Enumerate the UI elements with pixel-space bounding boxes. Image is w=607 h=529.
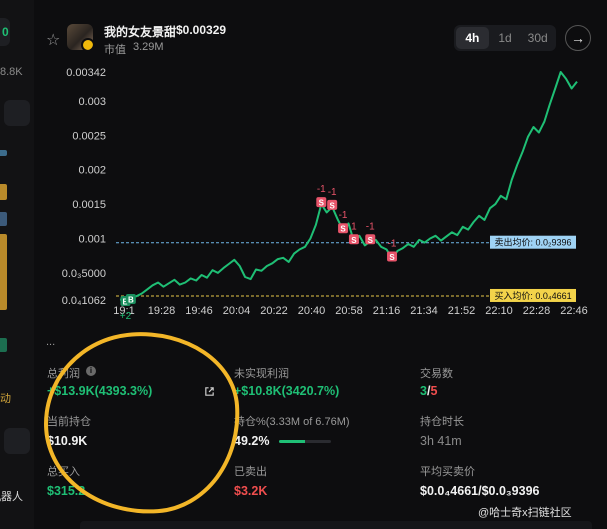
sidebar-bottom-label: 动 — [0, 393, 11, 405]
sold-label: 已卖出 — [234, 466, 267, 478]
y-tick-label: 0.0015 — [72, 199, 106, 211]
current-hold-label: 当前持仓 — [47, 416, 91, 428]
marker-label: -1 — [328, 187, 337, 198]
avg-price-label: 平均买卖价 — [420, 466, 475, 478]
y-tick-label: 0.0₃5000 — [62, 268, 106, 280]
hold-pct-fill — [279, 440, 305, 443]
x-tick-label: 22:46 — [560, 305, 588, 317]
sidebar-tag — [0, 184, 7, 200]
sidebar-box[interactable] — [4, 428, 30, 454]
token-panel: ☆ 我的女友景甜 $0.00329 市值 3.29M 4h 1d 30d → 0… — [34, 0, 607, 529]
trades-sell-count: 5 — [430, 384, 438, 398]
hold-pct-value: 49.2% — [234, 434, 270, 448]
marker-label: -1 — [317, 184, 326, 195]
tab-4h[interactable]: 4h — [456, 27, 489, 49]
trades-label: 交易数 — [420, 368, 453, 380]
sold-value: $3.2K — [234, 484, 268, 498]
avg-price-value: $0.0₄4661/$0.0₃9396 — [420, 484, 540, 498]
total-buy-label: 总买入 — [47, 466, 80, 478]
marker-badge: S — [368, 236, 374, 245]
watermark: @哈士奇x扫链社区 — [478, 507, 572, 519]
sidebar-k-badge — [0, 338, 7, 352]
marker-label: -1 — [388, 238, 397, 249]
total-profit-label: 总利润 — [47, 368, 80, 380]
subtab-label[interactable]: ... — [46, 336, 55, 348]
x-tick-label: 20:40 — [298, 305, 326, 317]
token-header: ☆ 我的女友景甜 $0.00329 市值 3.29M 4h 1d 30d → — [34, 0, 607, 58]
token-avatar — [67, 24, 93, 50]
buy-avg-label: 买入均价: 0.0₄4661 — [494, 290, 571, 301]
timeframe-selector: 4h 1d 30d — [454, 25, 556, 51]
unrealized-profit-value: +$10.8K(3420.7%) — [234, 384, 340, 398]
unrealized-profit-label: 未实现利润 — [234, 368, 289, 380]
marker-badge: S — [351, 236, 357, 245]
info-icon[interactable]: i — [86, 366, 96, 376]
y-tick-label: 0.0₄1062 — [62, 295, 106, 307]
marker-label: +2 — [120, 311, 132, 320]
marker-badge: S — [330, 201, 336, 210]
x-tick-label: 22:28 — [523, 305, 551, 317]
x-tick-label: 21:52 — [448, 305, 476, 317]
token-price: $0.00329 — [176, 23, 227, 37]
hold-time-label: 持仓时长 — [420, 416, 464, 428]
y-tick-label: 0.0025 — [72, 130, 106, 142]
left-sidebar: 0 8.8K 动 机器人 — [0, 0, 34, 529]
sidebar-accent — [0, 150, 7, 156]
x-tick-label: 19:46 — [185, 305, 213, 317]
y-tick-label: 0.001 — [78, 234, 106, 246]
x-tick-label: 21:34 — [410, 305, 438, 317]
hold-time-value: 3h 41m — [420, 434, 462, 448]
sidebar-tag — [0, 234, 7, 310]
bottom-bar — [80, 521, 592, 529]
y-tick-label: 0.003 — [78, 96, 106, 108]
hold-pct-bar — [279, 440, 331, 443]
mcap-label: 市值 — [104, 44, 126, 56]
marker-badge: S — [319, 199, 325, 208]
sidebar-robot-label: 机器人 — [0, 491, 23, 503]
hold-pct-label: 持仓%(3.33M of 6.76M) — [234, 416, 350, 428]
marker-label: 1 — [351, 221, 357, 232]
external-link-icon[interactable] — [204, 386, 215, 397]
sidebar-box[interactable] — [4, 100, 30, 126]
token-name: 我的女友景甜 — [104, 25, 177, 39]
marker-badge: S — [389, 253, 395, 262]
marker-badge: S — [340, 225, 346, 234]
total-buy-value: $315.2 — [47, 484, 86, 498]
x-tick-label: 20:58 — [335, 305, 363, 317]
sidebar-tag — [0, 212, 7, 226]
price-line — [119, 71, 578, 301]
sidebar-volume: 8.8K — [0, 66, 23, 78]
x-tick-label: 22:10 — [485, 305, 513, 317]
price-chart[interactable]: 0.00342 0.003 0.0025 0.002 0.0015 0.001 0.0₃50… — [34, 58, 607, 320]
arrow-right-icon[interactable]: → — [565, 25, 591, 51]
trades-value: 3/5 — [420, 384, 437, 398]
sell-avg-label: 卖出均价: 0.0₂9396 — [494, 237, 571, 248]
x-tick-label: 19:28 — [148, 305, 176, 317]
x-tick-label: 21:16 — [373, 305, 401, 317]
marker-badge: B — [128, 295, 134, 304]
y-tick-label: 0.00342 — [66, 67, 106, 79]
y-tick-label: 0.002 — [78, 165, 106, 177]
sidebar-chip[interactable]: 0 — [0, 18, 10, 46]
tab-1d[interactable]: 1d — [489, 27, 522, 49]
current-hold-value: $10.9K — [47, 434, 88, 448]
total-profit-value: +$13.9K(4393.3%) — [47, 384, 153, 398]
star-icon[interactable]: ☆ — [46, 30, 60, 50]
mcap-value: 3.29M — [133, 41, 164, 53]
x-tick-label: 20:22 — [260, 305, 288, 317]
trades-buy-count: 3 — [420, 384, 427, 398]
tab-30d[interactable]: 30d — [521, 27, 554, 49]
marker-label: -1 — [366, 221, 375, 232]
marker-label: -1 — [339, 210, 348, 221]
x-tick-label: 20:04 — [223, 305, 251, 317]
